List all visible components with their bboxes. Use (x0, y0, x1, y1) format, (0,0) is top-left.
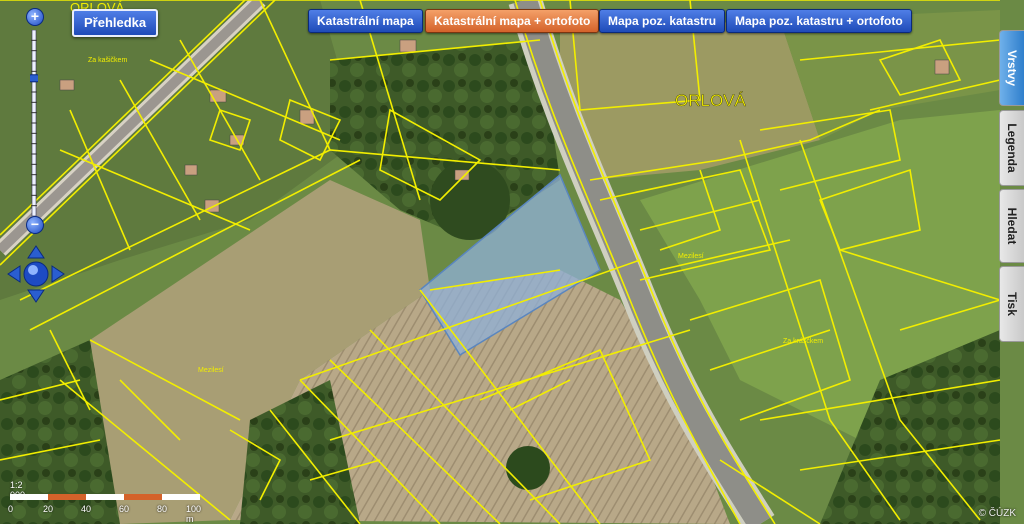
pan-up-icon[interactable] (27, 245, 45, 259)
scale-tick-40: 40 (81, 504, 92, 514)
tab-search[interactable]: Hledat (999, 189, 1024, 263)
tab-print[interactable]: Tisk (999, 266, 1024, 342)
pan-center-icon[interactable] (28, 265, 38, 275)
label-locality-2: Za krásčkem (783, 338, 823, 345)
layer-positional-orthophoto-button[interactable]: Mapa poz. katastru + ortofoto (726, 9, 912, 33)
zoom-slider-thumb[interactable] (30, 74, 38, 83)
pan-left-icon[interactable] (7, 265, 21, 283)
label-locality-3: Mezilesí (198, 367, 224, 374)
pan-control[interactable] (6, 244, 66, 304)
copyright-notice: © ČÚZK (978, 508, 1016, 519)
label-locality-1: Za kašičkem (88, 57, 127, 64)
pan-down-icon[interactable] (27, 289, 45, 303)
label-locality-4: Mezilesí (678, 253, 704, 260)
layer-cadastral-orthophoto-button[interactable]: Katastrální mapa + ortofoto (425, 9, 600, 33)
zoom-in-button[interactable]: + (26, 8, 44, 26)
tab-legend[interactable]: Legenda (999, 110, 1024, 186)
scale-tick-0: 0 (8, 504, 14, 514)
tab-layers[interactable]: Vrstvy (999, 30, 1024, 106)
label-town: ORLOVÁ (675, 91, 747, 110)
overview-button[interactable]: Přehledka (72, 9, 159, 37)
tab-legend-label: Legenda (1005, 123, 1019, 173)
scale-tick-100: 100 m (186, 504, 202, 524)
scale-tick-60: 60 (119, 504, 130, 514)
layer-positional-map-button[interactable]: Mapa poz. katastru (599, 9, 726, 33)
scale-tick-20: 20 (43, 504, 54, 514)
zoom-slider[interactable] (30, 30, 38, 216)
pan-right-icon[interactable] (51, 265, 65, 283)
layer-cadastral-map-button[interactable]: Katastrální mapa (308, 9, 423, 33)
cadastral-map[interactable]: ORLOVÁ ORLOVÁ Za kašičkem Za krásčkem Me… (0, 0, 1024, 524)
tab-print-label: Tisk (1005, 292, 1019, 316)
tab-layers-label: Vrstvy (1005, 49, 1019, 87)
scale-tick-80: 80 (157, 504, 168, 514)
zoom-out-button[interactable]: − (26, 216, 44, 234)
tab-search-label: Hledat (1005, 207, 1019, 245)
